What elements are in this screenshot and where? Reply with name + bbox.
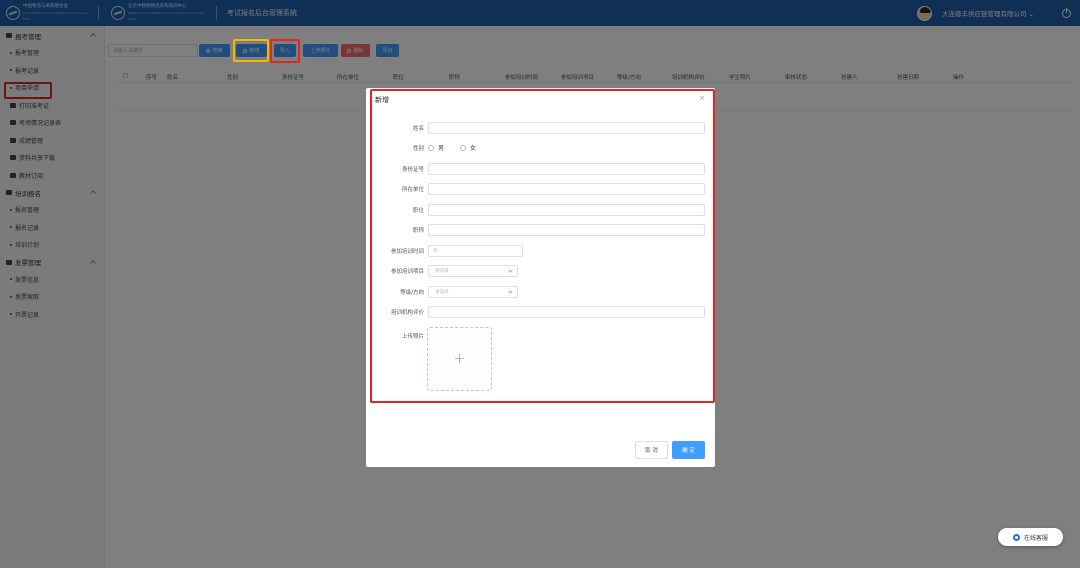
highlight-form-area (370, 89, 715, 403)
highlight-import-button (270, 39, 300, 63)
online-service-button[interactable]: 在线客服 (998, 528, 1063, 546)
online-service-label: 在线客服 (1023, 534, 1048, 542)
cancel-button[interactable]: 取 消 (635, 441, 668, 459)
chat-icon (1012, 533, 1020, 541)
add-dialog: 新增 × 姓名 性别 男 女 身份证号 所在单位 职位 职称 参加培训时间 年 … (366, 88, 715, 467)
highlight-add-button (233, 39, 269, 62)
confirm-button[interactable]: 确 定 (672, 441, 705, 459)
